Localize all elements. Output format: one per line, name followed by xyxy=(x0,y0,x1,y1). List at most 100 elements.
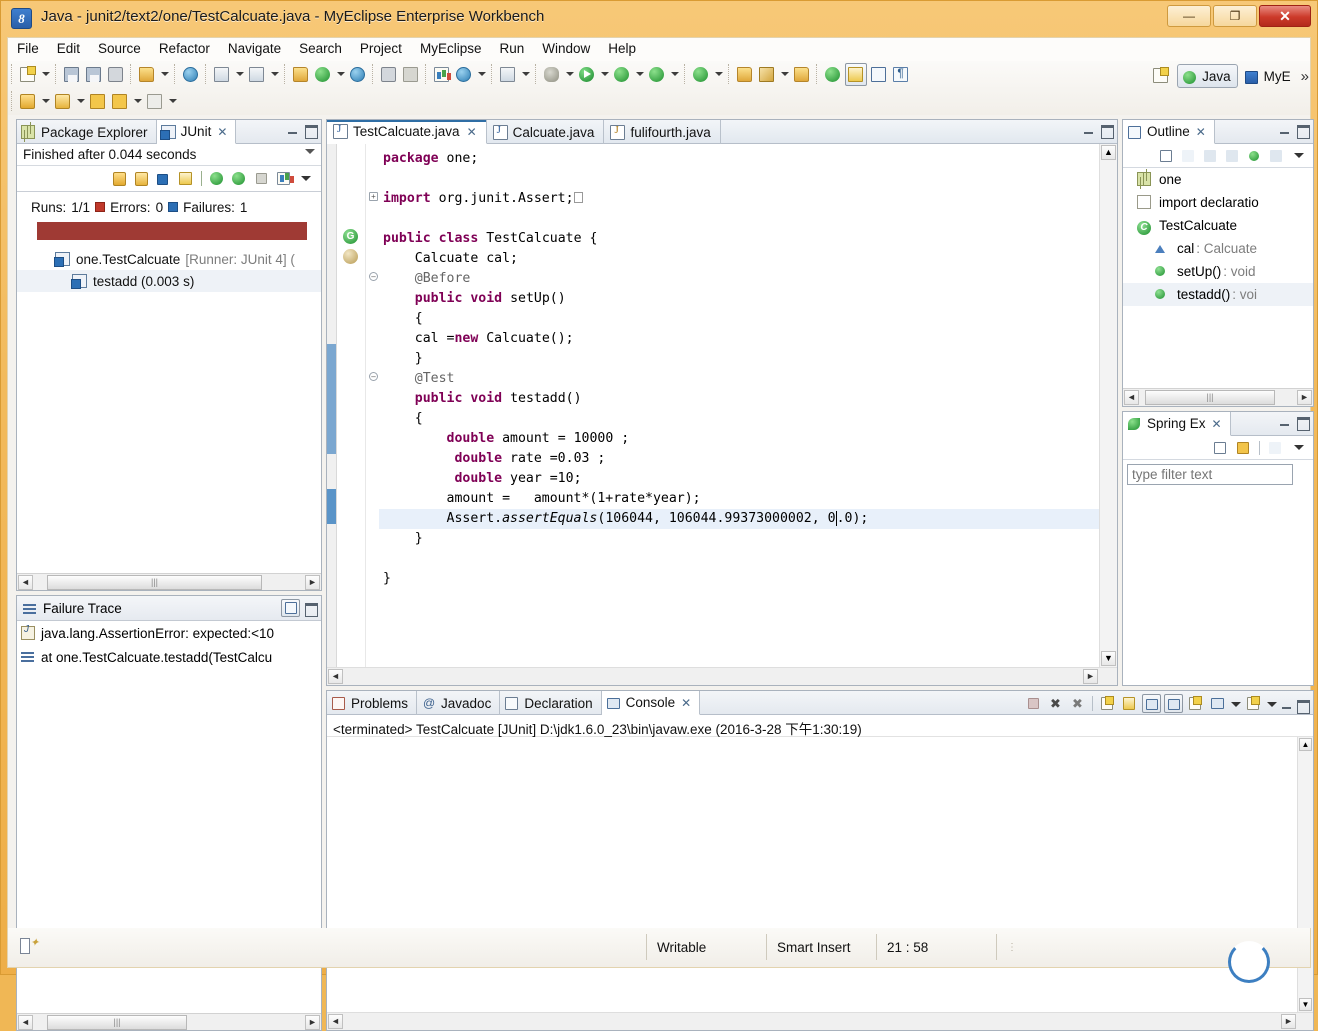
junit-tree-row-method[interactable]: testadd (0.003 s) xyxy=(17,270,321,292)
tab-console[interactable]: Console ✕ xyxy=(601,691,701,715)
menu-search[interactable]: Search xyxy=(290,38,351,59)
compare-results-icon[interactable] xyxy=(281,599,300,617)
hide-static-icon[interactable] xyxy=(1223,146,1242,165)
menu-file[interactable]: File xyxy=(8,38,48,59)
sort-icon[interactable] xyxy=(1179,146,1198,165)
failure-trace-row-1[interactable]: at one.TestCalcuate.testadd(TestCalcu xyxy=(17,645,321,669)
build-button[interactable] xyxy=(401,63,421,86)
back-button[interactable] xyxy=(110,90,130,113)
menu-refactor[interactable]: Refactor xyxy=(150,38,219,59)
tab-spring-close-icon[interactable]: ✕ xyxy=(1212,417,1222,431)
open-console-icon[interactable] xyxy=(1244,694,1263,713)
save-all-button[interactable] xyxy=(84,63,104,86)
clear-console-icon[interactable] xyxy=(1098,694,1117,713)
show-whitespace-button[interactable] xyxy=(891,63,911,86)
forward-dropdown[interactable] xyxy=(167,90,178,110)
uml-button[interactable] xyxy=(454,63,474,86)
back-dropdown[interactable] xyxy=(132,90,143,110)
outline-row-package[interactable]: one xyxy=(1123,168,1313,191)
stop-icon[interactable] xyxy=(252,169,271,188)
tab-spring-explorer[interactable]: Spring Ex ✕ xyxy=(1123,412,1231,436)
outline-row-method-setup[interactable]: setUp() : void xyxy=(1123,260,1313,283)
outline-row-field-cal[interactable]: cal : Calcuate xyxy=(1123,237,1313,260)
previous-annotation-dropdown[interactable] xyxy=(75,90,86,110)
editor-tab-fulifourth[interactable]: fulifourth.java xyxy=(604,120,721,144)
scroll-left-icon[interactable]: ◄ xyxy=(328,1014,343,1029)
hide-nonpublic-icon[interactable] xyxy=(1245,146,1264,165)
scroll-left-icon[interactable]: ◄ xyxy=(18,1015,33,1030)
deploy-button[interactable] xyxy=(212,63,232,86)
menu-run[interactable]: Run xyxy=(490,38,533,59)
sort-icon[interactable] xyxy=(1266,438,1285,457)
close-button[interactable]: ✕ xyxy=(1259,5,1311,27)
scroll-down-icon[interactable]: ▼ xyxy=(1101,651,1116,666)
open-type-button[interactable] xyxy=(735,63,755,86)
deploy-dropdown[interactable] xyxy=(234,63,245,83)
toggle-block-selection-button[interactable] xyxy=(869,63,889,86)
toggle-markoccurrences-button[interactable] xyxy=(845,63,867,86)
menu-myeclipse[interactable]: MyEclipse xyxy=(411,38,491,59)
tab-declaration[interactable]: Declaration xyxy=(500,691,602,715)
globe-button[interactable] xyxy=(348,63,368,86)
view-menu-icon[interactable] xyxy=(296,169,315,188)
collapse-all-icon[interactable] xyxy=(1157,146,1176,165)
scroll-left-icon[interactable]: ◄ xyxy=(328,669,343,684)
minimize-button[interactable]: — xyxy=(1167,5,1211,27)
tab-problems[interactable]: Problems xyxy=(327,691,418,715)
scroll-thumb[interactable]: ||| xyxy=(47,575,262,590)
myeclipse-web-button[interactable] xyxy=(137,63,157,86)
run-server-dropdown[interactable] xyxy=(335,63,346,83)
new-wizard-button[interactable] xyxy=(18,63,38,86)
menu-source[interactable]: Source xyxy=(89,38,150,59)
run-history-button[interactable] xyxy=(612,63,632,86)
next-failure-icon[interactable] xyxy=(110,169,129,188)
spring-maximize-icon[interactable] xyxy=(1296,416,1310,431)
search-button[interactable] xyxy=(757,63,777,86)
debug-button[interactable] xyxy=(542,63,562,86)
show-console-on-output-icon[interactable] xyxy=(1142,694,1161,713)
junit-minimize-icon[interactable] xyxy=(286,124,299,137)
save-button[interactable] xyxy=(62,63,82,86)
outline-row-method-testadd[interactable]: testadd() : voi xyxy=(1123,283,1313,306)
next-annotation-button[interactable] xyxy=(823,63,843,86)
external-tools-button[interactable] xyxy=(647,63,667,86)
scroll-right-icon[interactable]: ► xyxy=(1083,669,1098,684)
outline-minimize-icon[interactable] xyxy=(1278,124,1291,137)
new-package-button[interactable] xyxy=(691,63,711,86)
scroll-right-icon[interactable]: ► xyxy=(1297,390,1312,405)
scroll-left-icon[interactable]: ◄ xyxy=(1124,390,1139,405)
show-failures-only-icon[interactable] xyxy=(154,169,173,188)
terminate-icon[interactable] xyxy=(1024,694,1043,713)
open-perspective-icon[interactable] xyxy=(1150,65,1172,87)
perspective-overflow-icon[interactable]: » xyxy=(1301,68,1309,85)
remove-all-terminated-icon[interactable]: ✖ xyxy=(1068,694,1087,713)
console-output[interactable] xyxy=(327,737,1297,1012)
link-with-editor-icon[interactable] xyxy=(1234,438,1253,457)
fold-collapse-icon-before[interactable]: – xyxy=(369,272,378,281)
external-tools-dropdown[interactable] xyxy=(669,63,680,83)
previous-annotation-button[interactable] xyxy=(53,90,73,113)
maximize-button[interactable]: ❐ xyxy=(1213,5,1257,27)
open-task-button[interactable] xyxy=(792,63,812,86)
menu-window[interactable]: Window xyxy=(533,38,599,59)
pin-console-icon[interactable] xyxy=(1164,694,1183,713)
menu-project[interactable]: Project xyxy=(351,38,411,59)
print-button[interactable] xyxy=(106,63,126,86)
display-selected-console-icon[interactable] xyxy=(1208,694,1227,713)
scroll-left-icon[interactable]: ◄ xyxy=(18,575,33,590)
import-button[interactable] xyxy=(291,63,311,86)
hide-fields-icon[interactable] xyxy=(1201,146,1220,165)
junit-horizontal-scrollbar[interactable]: ◄ ||| ► xyxy=(17,573,321,590)
database-explorer-button[interactable] xyxy=(247,63,267,86)
export-button[interactable] xyxy=(379,63,399,86)
rerun-failed-tests-icon[interactable] xyxy=(230,169,249,188)
menu-edit[interactable]: Edit xyxy=(48,38,89,59)
editor-folding-bar[interactable]: + – – xyxy=(365,144,379,667)
run-history-dropdown[interactable] xyxy=(634,63,645,83)
collapse-all-icon[interactable] xyxy=(1211,438,1230,457)
scroll-right-icon[interactable]: ► xyxy=(305,575,320,590)
junit-view-menu-icon[interactable] xyxy=(305,149,315,154)
hide-local-icon[interactable] xyxy=(1267,146,1286,165)
editor-code-text[interactable]: package one; import org.junit.Assert; pu… xyxy=(379,144,1099,667)
remove-launch-icon[interactable]: ✖ xyxy=(1046,694,1065,713)
